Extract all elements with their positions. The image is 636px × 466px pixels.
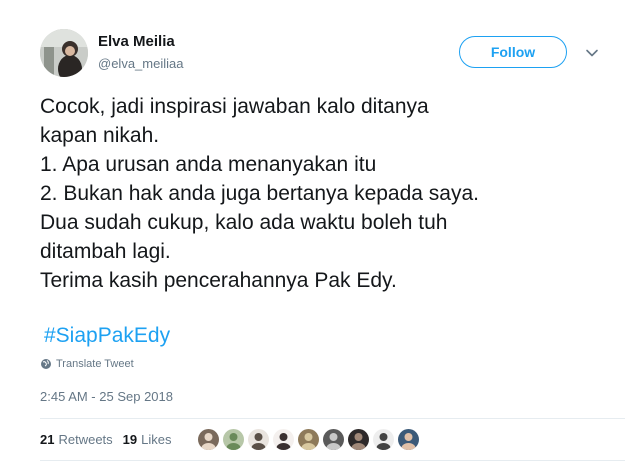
retweets-stat[interactable]: 21 Retweets [40,432,113,447]
liker-avatar[interactable] [348,429,369,450]
liker-avatars [198,429,419,450]
liker-avatar[interactable] [323,429,344,450]
liker-avatar[interactable] [373,429,394,450]
liker-avatar[interactable] [248,429,269,450]
chevron-down-icon[interactable] [585,46,599,60]
divider-bottom [40,460,625,461]
liker-avatar[interactable] [398,429,419,450]
author-handle[interactable]: @elva_meiliaa [98,56,183,71]
likes-count: 19 [122,432,138,447]
tweet-timestamp[interactable]: 2:45 AM - 25 Sep 2018 [40,389,173,404]
translate-tweet-link[interactable]: Translate Tweet [40,358,134,370]
likes-label: Likes [141,432,172,447]
hashtag-link[interactable]: #SiapPakEdy [44,321,170,350]
translate-tweet-label: Translate Tweet [56,358,134,370]
avatar-image [40,29,88,77]
liker-avatar[interactable] [198,429,219,450]
avatar[interactable] [40,29,88,77]
retweets-count: 21 [40,432,55,447]
liker-avatar[interactable] [298,429,319,450]
globe-icon [41,359,51,369]
author-display-name[interactable]: Elva Meilia [98,33,175,50]
liker-avatar[interactable] [273,429,294,450]
engagement-stats: 21 Retweets 19 Likes [40,432,182,447]
liker-avatar[interactable] [223,429,244,450]
retweets-label: Retweets [58,432,113,447]
likes-stat[interactable]: 19 Likes [123,432,172,447]
tweet-text: Cocok, jadi inspirasi jawaban kalo ditan… [40,95,479,292]
divider-top [40,418,625,419]
follow-button[interactable]: Follow [459,36,567,68]
